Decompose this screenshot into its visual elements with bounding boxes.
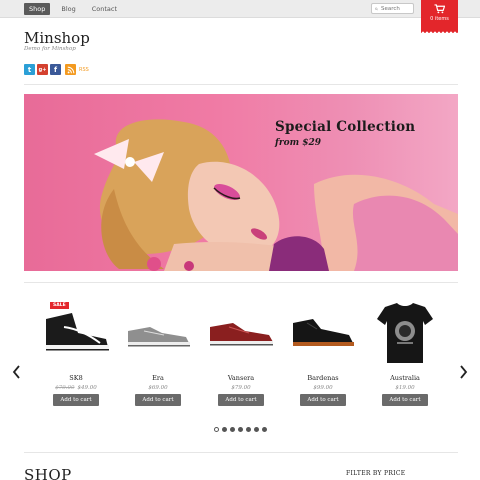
carousel-dot[interactable] xyxy=(214,427,219,432)
sale-badge: SALE xyxy=(50,302,69,309)
site-tagline: Demo for Minshop xyxy=(24,46,76,52)
carousel-dot[interactable] xyxy=(230,427,235,432)
add-to-cart-button[interactable]: Add to cart xyxy=(135,394,181,406)
section-divider xyxy=(24,452,458,453)
add-to-cart-button[interactable]: Add to cart xyxy=(382,394,428,406)
nav-shop[interactable]: Shop xyxy=(24,3,51,15)
product-name[interactable]: Bardenas xyxy=(281,374,365,382)
product-card: Bardenas $99.00 Add to cart xyxy=(281,297,365,412)
carousel-pagination xyxy=(214,427,267,432)
product-image[interactable] xyxy=(281,297,365,367)
product-card: Australia $19.00 Add to cart xyxy=(363,297,447,412)
product-name[interactable]: SK8 xyxy=(34,374,118,382)
add-to-cart-button[interactable]: Add to cart xyxy=(300,394,346,406)
product-price: $19.00 xyxy=(363,385,447,391)
site-title[interactable]: Minshop xyxy=(24,29,90,47)
filter-by-price-heading: FILTER BY PRICE xyxy=(346,470,406,477)
cart-count: 0 items xyxy=(430,16,449,22)
rss-label[interactable]: RSS xyxy=(79,67,89,73)
facebook-icon[interactable]: f xyxy=(50,64,61,75)
old-price: $79.00 xyxy=(55,385,75,391)
main-nav: Shop Blog Contact xyxy=(24,3,122,15)
google-plus-icon[interactable]: g+ xyxy=(37,64,48,75)
cart-icon xyxy=(434,4,445,14)
product-price: $69.00 xyxy=(116,385,200,391)
product-card: Era $69.00 Add to cart xyxy=(116,297,200,412)
cart-tab-edge xyxy=(421,31,458,34)
product-name[interactable]: Australia xyxy=(363,374,447,382)
header-divider xyxy=(24,84,458,85)
search-input[interactable] xyxy=(381,5,413,12)
product-image[interactable] xyxy=(363,297,447,367)
current-price: $19.00 xyxy=(395,385,415,391)
carousel-dot[interactable] xyxy=(222,427,227,432)
banner-subtitle: from $29 xyxy=(275,138,322,148)
product-name[interactable]: Era xyxy=(116,374,200,382)
twitter-icon[interactable]: t xyxy=(24,64,35,75)
product-image[interactable] xyxy=(116,297,200,367)
current-price: $99.00 xyxy=(313,385,333,391)
banner-divider xyxy=(24,282,458,283)
product-image[interactable] xyxy=(199,297,283,367)
shop-heading: SHOP xyxy=(24,466,72,480)
cart-button[interactable]: 0 items xyxy=(421,0,458,31)
product-price: $99.00 xyxy=(281,385,365,391)
product-card: SALE SK8 $79.00 $49.00 Add to cart xyxy=(34,297,118,412)
product-card: Vansera $79.00 Add to cart xyxy=(199,297,283,412)
carousel-next-arrow[interactable] xyxy=(458,365,468,379)
current-price: $49.00 xyxy=(77,385,97,391)
current-price: $69.00 xyxy=(148,385,168,391)
carousel-prev-arrow[interactable] xyxy=(12,365,22,379)
carousel-dot[interactable] xyxy=(246,427,251,432)
social-links: t g+ f RSS xyxy=(24,64,89,75)
search-box[interactable] xyxy=(371,3,414,14)
nav-blog[interactable]: Blog xyxy=(56,3,80,15)
product-price: $79.00 $49.00 xyxy=(34,385,118,391)
add-to-cart-button[interactable]: Add to cart xyxy=(218,394,264,406)
rss-icon[interactable] xyxy=(65,64,76,75)
product-name[interactable]: Vansera xyxy=(199,374,283,382)
product-price: $79.00 xyxy=(199,385,283,391)
carousel-dot[interactable] xyxy=(238,427,243,432)
carousel-dot[interactable] xyxy=(262,427,267,432)
carousel-dot[interactable] xyxy=(254,427,259,432)
banner-title: Special Collection xyxy=(275,119,416,135)
current-price: $79.00 xyxy=(231,385,251,391)
hero-banner[interactable]: Special Collection from $29 xyxy=(24,94,458,271)
nav-contact[interactable]: Contact xyxy=(87,3,122,15)
product-image[interactable] xyxy=(34,297,118,367)
search-icon xyxy=(375,7,378,10)
add-to-cart-button[interactable]: Add to cart xyxy=(53,394,99,406)
